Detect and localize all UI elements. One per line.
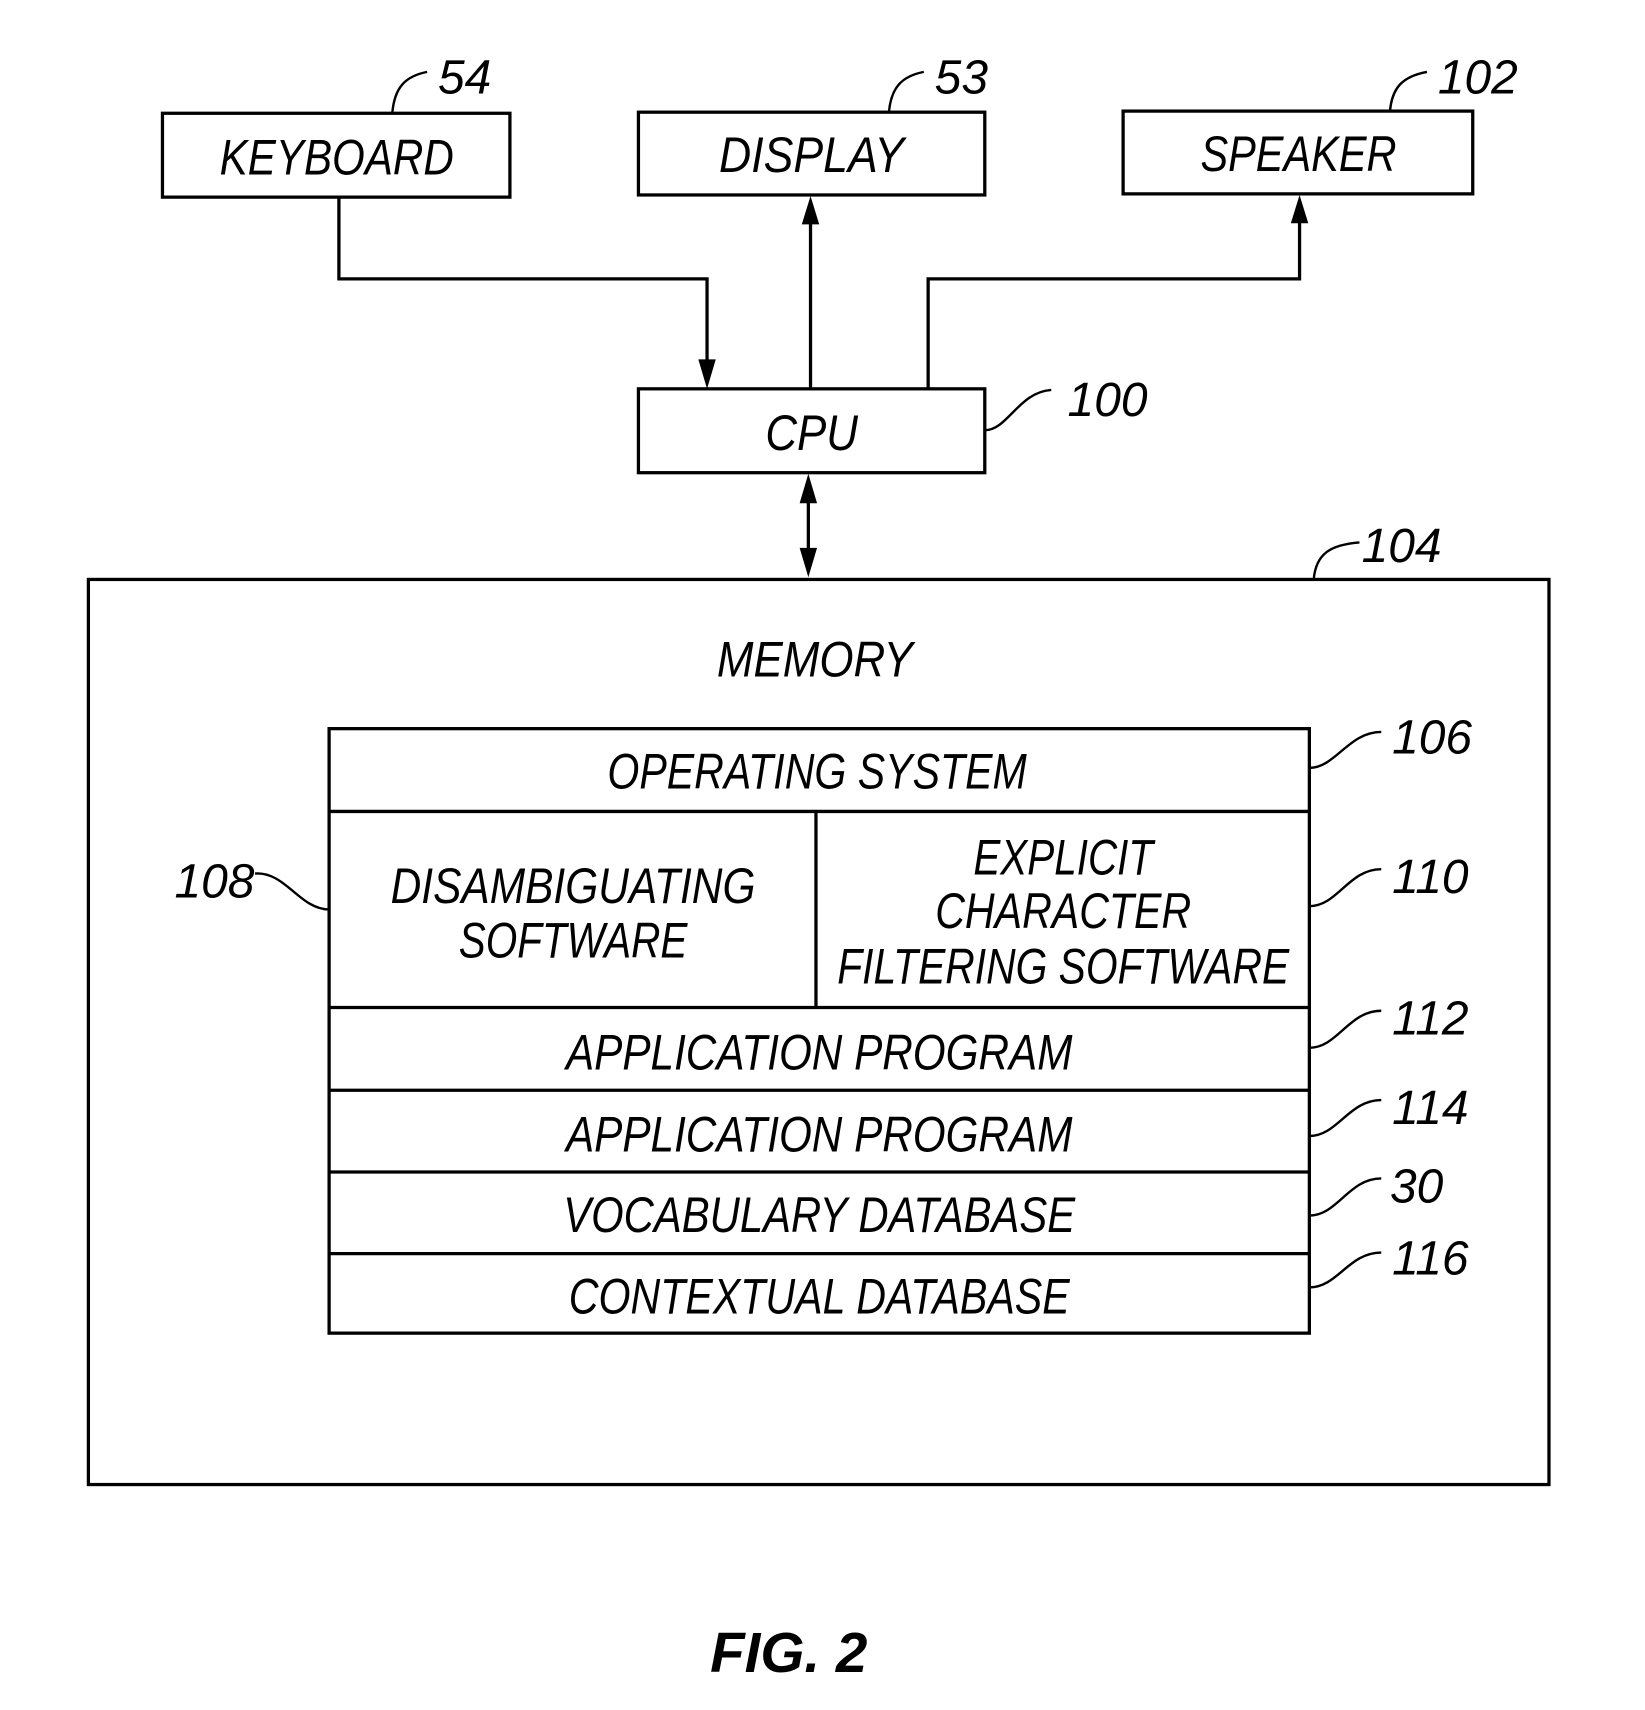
explicit-filtering-line-2: CHARACTER (935, 883, 1191, 939)
application-program-2-label: APPLICATION PROGRAM (563, 1106, 1072, 1162)
speaker-leader-line (1388, 70, 1428, 112)
keyboard-leader-line (391, 70, 428, 114)
operating-system-label: OPERATING SYSTEM (607, 744, 1027, 800)
software-stack: OPERATING SYSTEM 106 DISAMBIGUATING SOFT… (174, 712, 1472, 1335)
application-program-1-label: APPLICATION PROGRAM (563, 1025, 1072, 1081)
arrow-into-cpu-icon (698, 359, 716, 389)
cpu-ref: 100 (1068, 374, 1148, 427)
arrow-into-display-icon (801, 196, 820, 225)
cpu-block: CPU 100 (636, 374, 1148, 475)
cpu-label: CPU (765, 405, 858, 461)
memory-label: MEMORY (717, 631, 916, 687)
contextual-database-label: CONTEXTUAL DATABASE (569, 1269, 1070, 1325)
display-block: DISPLAY 53 (636, 52, 989, 197)
speaker-block: SPEAKER 102 (1121, 52, 1518, 196)
cpu-to-speaker-connector (926, 215, 1302, 389)
application-program-2-ref: 114 (1392, 1082, 1468, 1135)
operating-system-ref: 106 (1392, 712, 1472, 765)
disambiguating-software-line-1: DISAMBIGUATING (391, 858, 756, 914)
cpu-leader-line (984, 388, 1052, 432)
contextual-database-ref: 116 (1392, 1232, 1469, 1285)
speaker-label: SPEAKER (1200, 126, 1396, 182)
figure-caption: FIG. 2 (710, 1622, 867, 1685)
vocabulary-database-label: VOCABULARY DATABASE (563, 1187, 1075, 1243)
disambiguating-software-ref: 108 (174, 855, 254, 908)
memory-ref: 104 (1362, 520, 1442, 573)
explicit-filtering-line-3: FILTERING SOFTWARE (837, 939, 1289, 995)
explicit-filtering-ref: 110 (1392, 851, 1469, 904)
disambiguating-software-line-2: SOFTWARE (459, 912, 688, 968)
display-label: DISPLAY (719, 127, 907, 183)
display-leader-line (887, 70, 925, 113)
application-program-1-ref: 112 (1392, 993, 1468, 1046)
keyboard-to-cpu-connector (337, 197, 709, 371)
bus-arrow-up-icon (799, 473, 818, 504)
speaker-ref: 102 (1438, 52, 1518, 105)
block-diagram: KEYBOARD 54 DISPLAY 53 SPEAKER 102 CPU 1… (86, 52, 1551, 1685)
arrow-into-speaker-icon (1290, 194, 1309, 224)
bus-arrow-down-icon (799, 547, 818, 578)
vocabulary-database-ref: 30 (1390, 1160, 1444, 1213)
explicit-filtering-line-1: EXPLICIT (973, 830, 1155, 886)
display-ref: 53 (935, 52, 989, 105)
keyboard-label: KEYBOARD (220, 129, 454, 185)
memory-leader-line (1312, 541, 1360, 580)
keyboard-block: KEYBOARD 54 (160, 52, 512, 199)
keyboard-ref: 54 (438, 52, 491, 105)
memory-block: MEMORY 104 OPERATING SYSTEM 106 DISAMBIG… (86, 520, 1551, 1487)
